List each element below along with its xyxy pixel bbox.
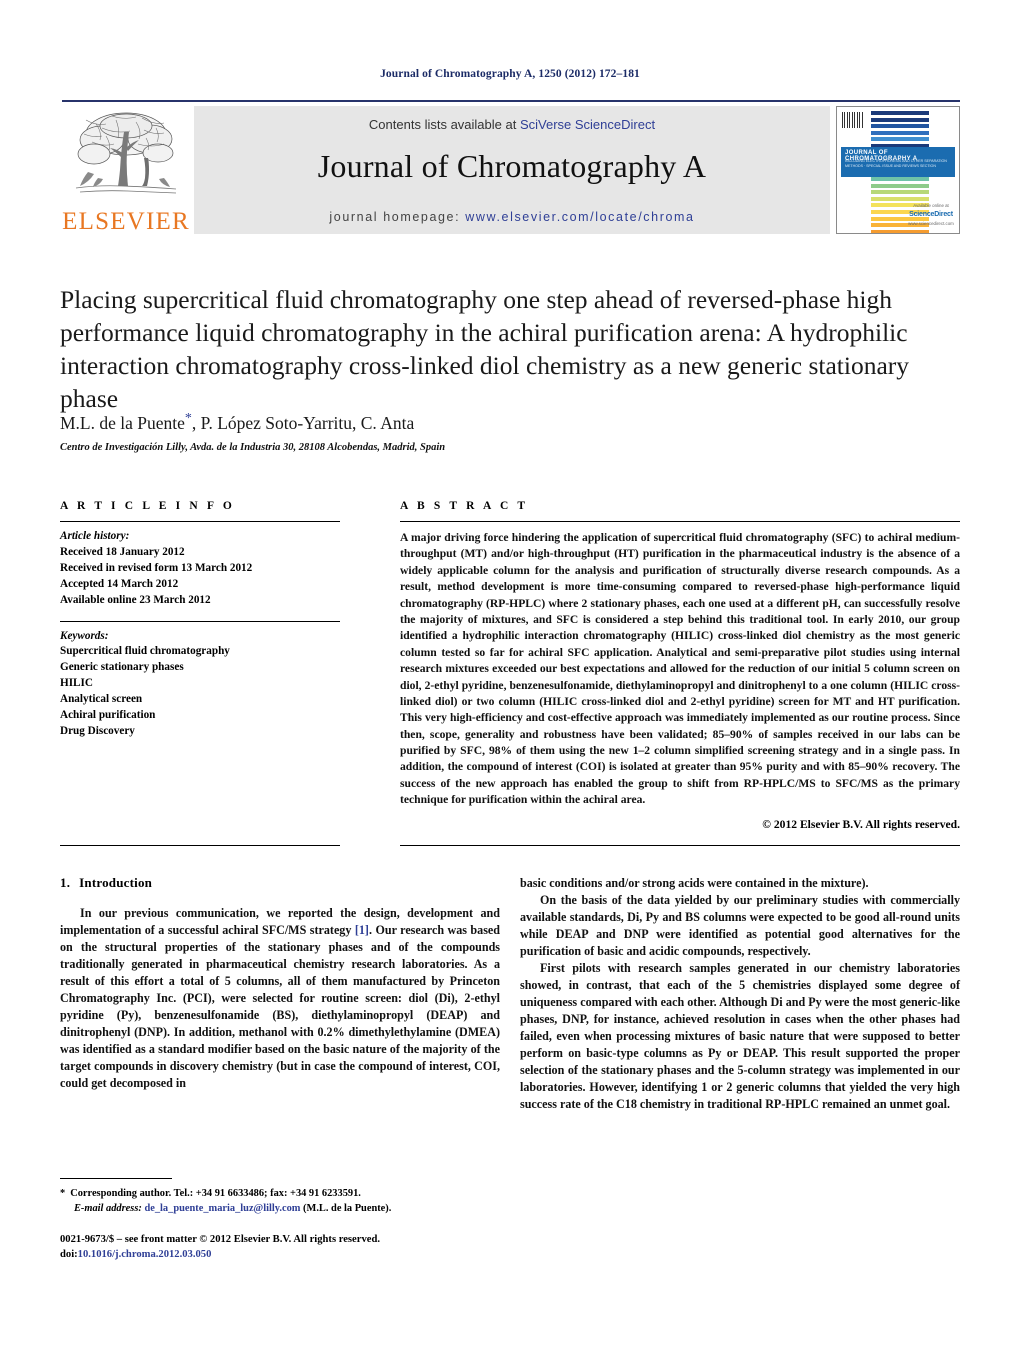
cover-color-bar xyxy=(871,130,929,135)
author-corresponding: M.L. de la Puente xyxy=(60,412,185,433)
keywords-divider xyxy=(60,620,340,622)
article-history-list: Received 18 January 2012 Received in revi… xyxy=(60,545,340,609)
keywords-block: Keywords: Supercritical fluid chromatogr… xyxy=(60,629,340,740)
abstract-text: A major driving force hindering the appl… xyxy=(400,531,960,807)
keywords-label: Keywords: xyxy=(60,629,109,642)
elsevier-logo: ELSEVIER xyxy=(62,106,190,234)
contents-prefix: Contents lists available at xyxy=(368,117,520,132)
issn-line: 0021-9673/$ – see front matter © 2012 El… xyxy=(60,1234,380,1245)
email-address-label: E-mail address: xyxy=(74,1203,142,1215)
article-page: Journal of Chromatography A, 1250 (2012)… xyxy=(0,0,1020,1351)
article-history-item: Received in revised form 13 March 2012 xyxy=(60,561,253,574)
sciencedirect-link[interactable]: SciVerse ScienceDirect xyxy=(520,117,655,132)
doi-label: doi: xyxy=(60,1249,78,1261)
cover-logo-mark: ScienceDirect xyxy=(909,210,953,218)
cover-logo-caption-top: Available online at xyxy=(913,202,949,208)
keywords-list: Supercritical fluid chromatography Generi… xyxy=(60,644,340,739)
article-history-block: Article history: Received 18 January 201… xyxy=(60,529,340,609)
section-title: Introduction xyxy=(79,875,153,890)
body-divider-right xyxy=(400,845,960,846)
article-history-label: Article history: xyxy=(60,530,130,542)
article-info-rule xyxy=(60,521,340,522)
author-list: M.L. de la Puente*, P. López Soto-Yarrit… xyxy=(60,411,960,434)
keyword-item: Generic stationary phases xyxy=(60,661,184,674)
body-divider-left xyxy=(60,845,340,846)
doi-link[interactable]: 10.1016/j.chroma.2012.03.050 xyxy=(78,1249,212,1260)
cover-color-bar xyxy=(871,183,929,188)
email-address-suffix: (M.L. de la Puente). xyxy=(300,1203,392,1215)
journal-masthead: ELSEVIER Contents lists available at Sci… xyxy=(62,100,960,234)
elsevier-wordmark: ELSEVIER xyxy=(62,208,190,235)
intro-paragraph-continuation: basic conditions and/or strong acids wer… xyxy=(520,876,869,890)
abstract-rule xyxy=(400,521,960,522)
journal-cover-thumbnail: JOURNAL OF CHROMATOGRAPHY A INCLUDING EL… xyxy=(836,106,960,234)
keyword-item: Supercritical fluid chromatography xyxy=(60,645,230,658)
article-info-heading: A R T I C L E I N F O xyxy=(60,500,235,512)
cover-color-bar xyxy=(871,190,929,195)
footnote-email-line: E-mail address: de_la_puente_maria_luz@l… xyxy=(60,1201,500,1216)
keyword-item: Achiral purification xyxy=(60,709,156,722)
cover-title-band: JOURNAL OF CHROMATOGRAPHY A INCLUDING EL… xyxy=(841,147,955,177)
page-title: Placing supercritical fluid chromatograp… xyxy=(60,285,910,414)
running-head: Journal of Chromatography A, 1250 (2012)… xyxy=(380,68,640,80)
doi-line: doi:10.1016/j.chroma.2012.03.050 xyxy=(60,1247,520,1262)
intro-p1-part-b: . Our research was based on the structur… xyxy=(60,922,500,1090)
footnote-block: * Corresponding author. Tel.: +34 91 6633… xyxy=(60,1186,500,1217)
abstract-heading: A B S T R A C T xyxy=(400,500,529,512)
abstract-copyright: © 2012 Elsevier B.V. All rights reserved… xyxy=(762,817,960,831)
body-column-left: 1. Introduction In our previous communica… xyxy=(60,875,500,1092)
journal-homepage-line: journal homepage: www.elsevier.com/locat… xyxy=(194,210,830,224)
author-list-rest: , P. López Soto-Yarritu, C. Anta xyxy=(191,412,415,433)
article-history-item: Available online 23 March 2012 xyxy=(60,593,211,606)
footnote-corresponding-line: * Corresponding author. Tel.: +34 91 6633… xyxy=(60,1186,500,1201)
cover-barcode-icon xyxy=(842,112,864,128)
abstract-column: A B S T R A C T A major driving force hi… xyxy=(400,500,960,831)
intro-paragraph-2: On the basis of the data yielded by our … xyxy=(520,892,960,958)
imprint-block: 0021-9673/$ – see front matter © 2012 El… xyxy=(60,1232,520,1263)
elsevier-tree-icon xyxy=(75,112,177,194)
cover-color-bar xyxy=(871,196,929,201)
cover-color-bar xyxy=(871,117,929,122)
footnote-rule xyxy=(60,1178,172,1179)
keyword-item: HILIC xyxy=(60,677,93,690)
affiliation: Centro de Investigación Lilly, Avda. de … xyxy=(60,442,446,453)
cover-color-bar xyxy=(871,124,929,129)
journal-title: Journal of Chromatography A xyxy=(317,148,707,184)
email-address-link[interactable]: de_la_puente_maria_luz@lilly.com xyxy=(144,1203,300,1214)
footnote-marker: * xyxy=(60,1188,66,1199)
article-info-column: A R T I C L E I N F O Article history: R… xyxy=(60,500,340,740)
section-number: 1. xyxy=(60,875,71,890)
cover-logo-caption-bottom: www.sciencedirect.com xyxy=(908,220,954,226)
citation-ref-1[interactable]: [1] xyxy=(355,923,369,937)
section-heading-introduction: 1. Introduction xyxy=(60,875,500,891)
cover-color-bar xyxy=(871,137,929,142)
intro-paragraph-1: In our previous communication, we report… xyxy=(60,905,500,1092)
cover-color-bar xyxy=(871,111,929,115)
keyword-item: Analytical screen xyxy=(60,693,143,706)
cover-color-bar xyxy=(871,229,929,233)
cover-sciencedirect-logo: Available online at ScienceDirect www.sc… xyxy=(908,202,954,227)
keyword-item: Drug Discovery xyxy=(60,724,135,737)
intro-paragraph-3: First pilots with research samples gener… xyxy=(520,960,960,1111)
cover-band-subtitle: INCLUDING ELECTROPHORESIS AND OTHER SEPA… xyxy=(845,159,947,169)
footnote-corresponding-text: Corresponding author. Tel.: +34 91 66334… xyxy=(70,1188,361,1199)
corresponding-author-marker[interactable]: * xyxy=(185,411,192,426)
homepage-prefix: journal homepage: xyxy=(329,210,466,224)
cover-color-bar xyxy=(871,176,929,181)
contents-list-line: Contents lists available at SciVerse Sci… xyxy=(194,117,830,132)
masthead-center-panel: Contents lists available at SciVerse Sci… xyxy=(194,106,830,234)
body-column-right: basic conditions and/or strong acids wer… xyxy=(520,875,960,1113)
article-history-item: Received 18 January 2012 xyxy=(60,545,185,558)
article-history-item: Accepted 14 March 2012 xyxy=(60,577,179,590)
homepage-url-link[interactable]: www.elsevier.com/locate/chroma xyxy=(465,210,694,224)
